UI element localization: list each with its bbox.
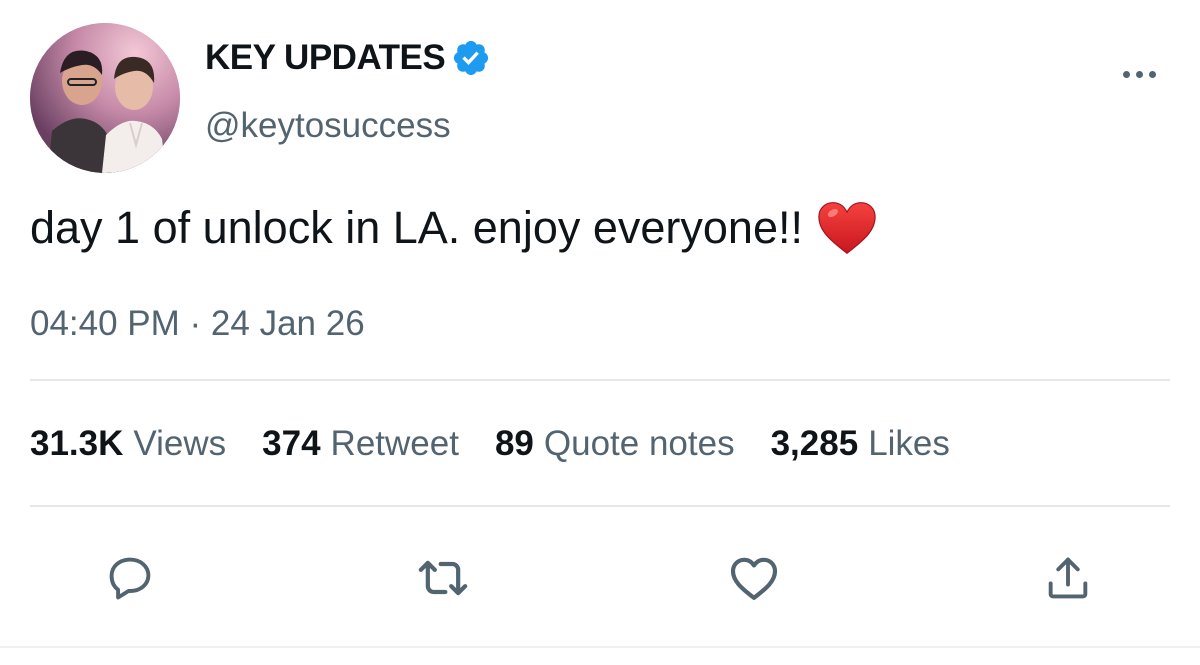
avatar[interactable] xyxy=(30,23,180,173)
retweets-stat[interactable]: 374 Retweet xyxy=(262,424,459,464)
bottom-divider xyxy=(0,646,1200,648)
share-button[interactable] xyxy=(1038,548,1098,608)
tweet-timestamp[interactable]: 04:40 PM · 24 Jan 26 xyxy=(30,304,365,344)
red-heart-emoji-icon xyxy=(818,202,876,255)
tweet-body: day 1 of unlock in LA. enjoy everyone!! xyxy=(30,202,803,253)
quotes-label: Quote notes xyxy=(543,424,735,463)
reply-button[interactable] xyxy=(100,548,160,608)
action-bar xyxy=(0,548,1200,608)
divider xyxy=(30,505,1170,507)
more-dot xyxy=(1122,70,1130,78)
like-icon xyxy=(730,557,778,600)
retweet-icon xyxy=(418,560,468,596)
verified-badge-icon xyxy=(454,40,489,76)
reply-icon xyxy=(109,557,151,600)
tweet-text: day 1 of unlock in LA. enjoy everyone!! xyxy=(30,200,877,256)
quotes-stat[interactable]: 89 Quote notes xyxy=(495,424,735,464)
retweets-count: 374 xyxy=(262,424,321,463)
more-dot xyxy=(1148,70,1156,78)
likes-count: 3,285 xyxy=(770,424,859,463)
engagement-stats: 31.3K Views 374 Retweet 89 Quote notes 3,28… xyxy=(30,424,950,464)
account-handle[interactable]: @keytosuccess xyxy=(205,106,451,146)
more-dot xyxy=(1135,70,1143,78)
display-name-text: KEY UPDATES xyxy=(205,38,446,77)
retweet-button[interactable] xyxy=(413,548,473,608)
likes-label: Likes xyxy=(868,424,950,463)
divider xyxy=(30,379,1170,381)
display-name[interactable]: KEY UPDATES xyxy=(205,38,491,78)
share-icon xyxy=(1048,557,1088,599)
views-count: 31.3K xyxy=(30,424,124,463)
more-options-icon[interactable] xyxy=(1114,62,1164,86)
views-label: Views xyxy=(133,424,227,463)
views-stat[interactable]: 31.3K Views xyxy=(30,424,226,464)
avatar-photo xyxy=(30,23,180,173)
retweets-label: Retweet xyxy=(330,424,459,463)
like-button[interactable] xyxy=(724,548,784,608)
quotes-count: 89 xyxy=(494,424,534,463)
likes-stat[interactable]: 3,285 Likes xyxy=(771,424,950,464)
